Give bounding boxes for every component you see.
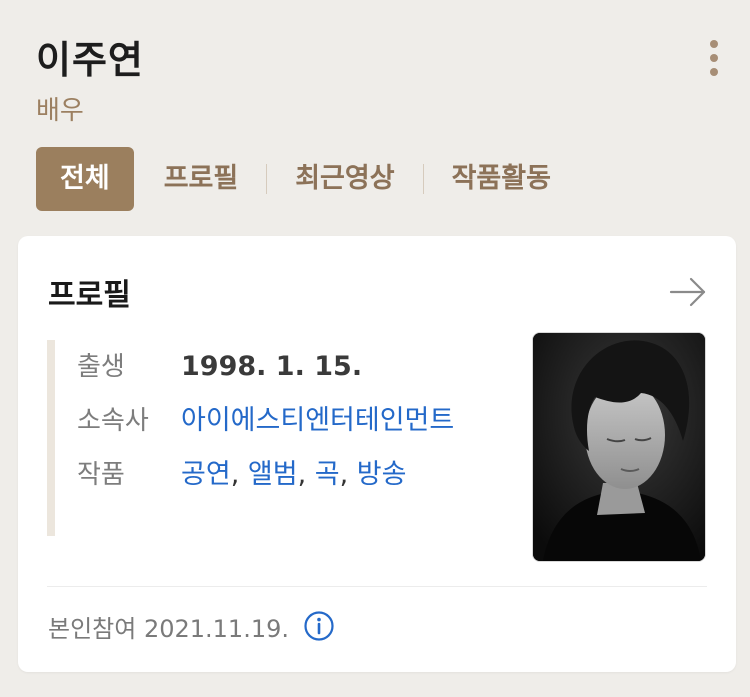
info-label: 작품	[77, 460, 125, 490]
card-title: 프로필	[48, 278, 131, 313]
tab-divider	[266, 164, 268, 194]
birth-date: 1998. 1. 15.	[181, 351, 363, 382]
more-vertical-icon	[710, 40, 718, 48]
profile-photo[interactable]	[532, 332, 706, 562]
person-name: 이주연	[36, 38, 144, 82]
works-link-song[interactable]: 곡	[315, 459, 340, 490]
tab-profile[interactable]: 프로필	[142, 147, 261, 211]
profile-header: 이주연 배우	[36, 30, 730, 128]
works-links: 공연, 앨범, 곡, 방송	[181, 459, 407, 490]
more-options-button[interactable]	[702, 40, 726, 80]
card-divider	[47, 586, 707, 587]
info-row-works: 작품 공연, 앨범, 곡, 방송	[55, 448, 495, 502]
card-footer: 본인참여 2021.11.19.	[48, 604, 335, 648]
info-label: 소속사	[77, 406, 149, 436]
works-link-performance[interactable]: 공연	[181, 459, 231, 490]
works-link-broadcast[interactable]: 방송	[357, 459, 407, 490]
info-label: 출생	[77, 352, 125, 382]
tab-divider	[422, 164, 424, 194]
participation-date: 본인참여 2021.11.19.	[48, 614, 289, 643]
arrow-right-icon	[669, 277, 706, 307]
person-role: 배우	[36, 96, 84, 126]
tab-all[interactable]: 전체	[36, 147, 134, 211]
info-row-birth: 출생 1998. 1. 15.	[55, 340, 495, 394]
profile-info-list: 출생 1998. 1. 15. 소속사 아이에스티엔터테인먼트 작품 공연, 앨…	[47, 340, 495, 536]
agency-link[interactable]: 아이에스티엔터테인먼트	[181, 394, 454, 448]
portrait-image	[533, 333, 705, 561]
tab-recent-videos[interactable]: 최근영상	[273, 147, 416, 211]
works-link-album[interactable]: 앨범	[248, 459, 298, 490]
tab-bar: 전체 프로필 최근영상 작품활동	[36, 147, 573, 211]
profile-more-link[interactable]	[668, 276, 708, 308]
info-circle-icon[interactable]	[303, 610, 335, 642]
profile-card: 프로필 출생 1998. 1. 15. 소속사 아이에스티엔터테인먼트 작품 공…	[18, 236, 736, 672]
info-row-agency: 소속사 아이에스티엔터테인먼트	[55, 394, 495, 448]
tab-works[interactable]: 작품활동	[430, 147, 573, 211]
